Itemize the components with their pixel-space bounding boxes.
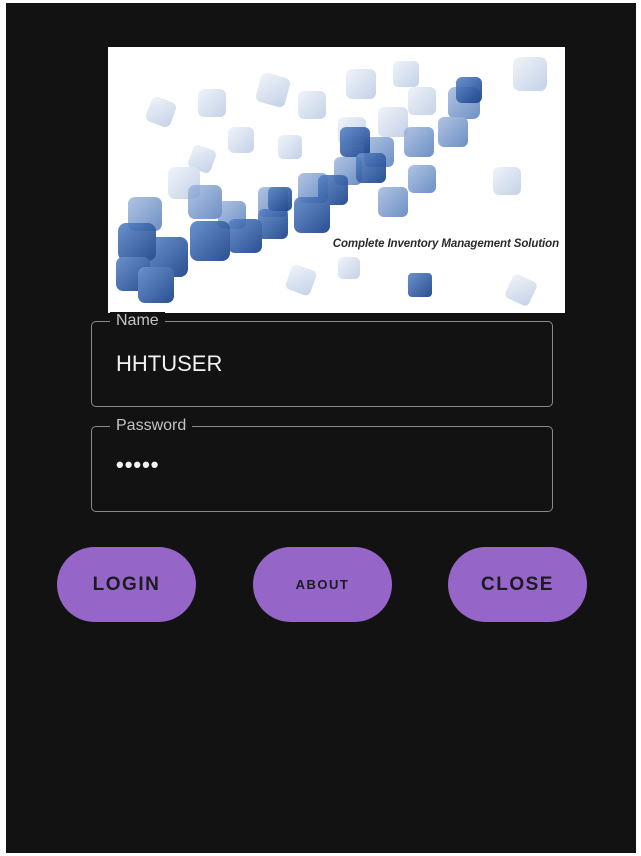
banner-tagline: Complete Inventory Management Solution <box>332 238 559 250</box>
banner-image: Complete Inventory Management Solution <box>108 47 565 313</box>
password-field-label: Password <box>110 417 193 435</box>
name-input[interactable] <box>116 350 516 378</box>
password-input[interactable]: ••••• <box>116 451 516 479</box>
name-field[interactable]: Name <box>91 312 553 407</box>
banner-cubes-graphic <box>108 47 565 313</box>
login-button[interactable]: LOGIN <box>57 547 196 622</box>
login-screen: Complete Inventory Management Solution N… <box>6 3 636 853</box>
close-button[interactable]: CLOSE <box>448 547 587 622</box>
password-field[interactable]: Password ••••• <box>91 417 553 512</box>
name-field-label: Name <box>110 312 165 330</box>
about-button[interactable]: ABOUT <box>253 547 392 622</box>
